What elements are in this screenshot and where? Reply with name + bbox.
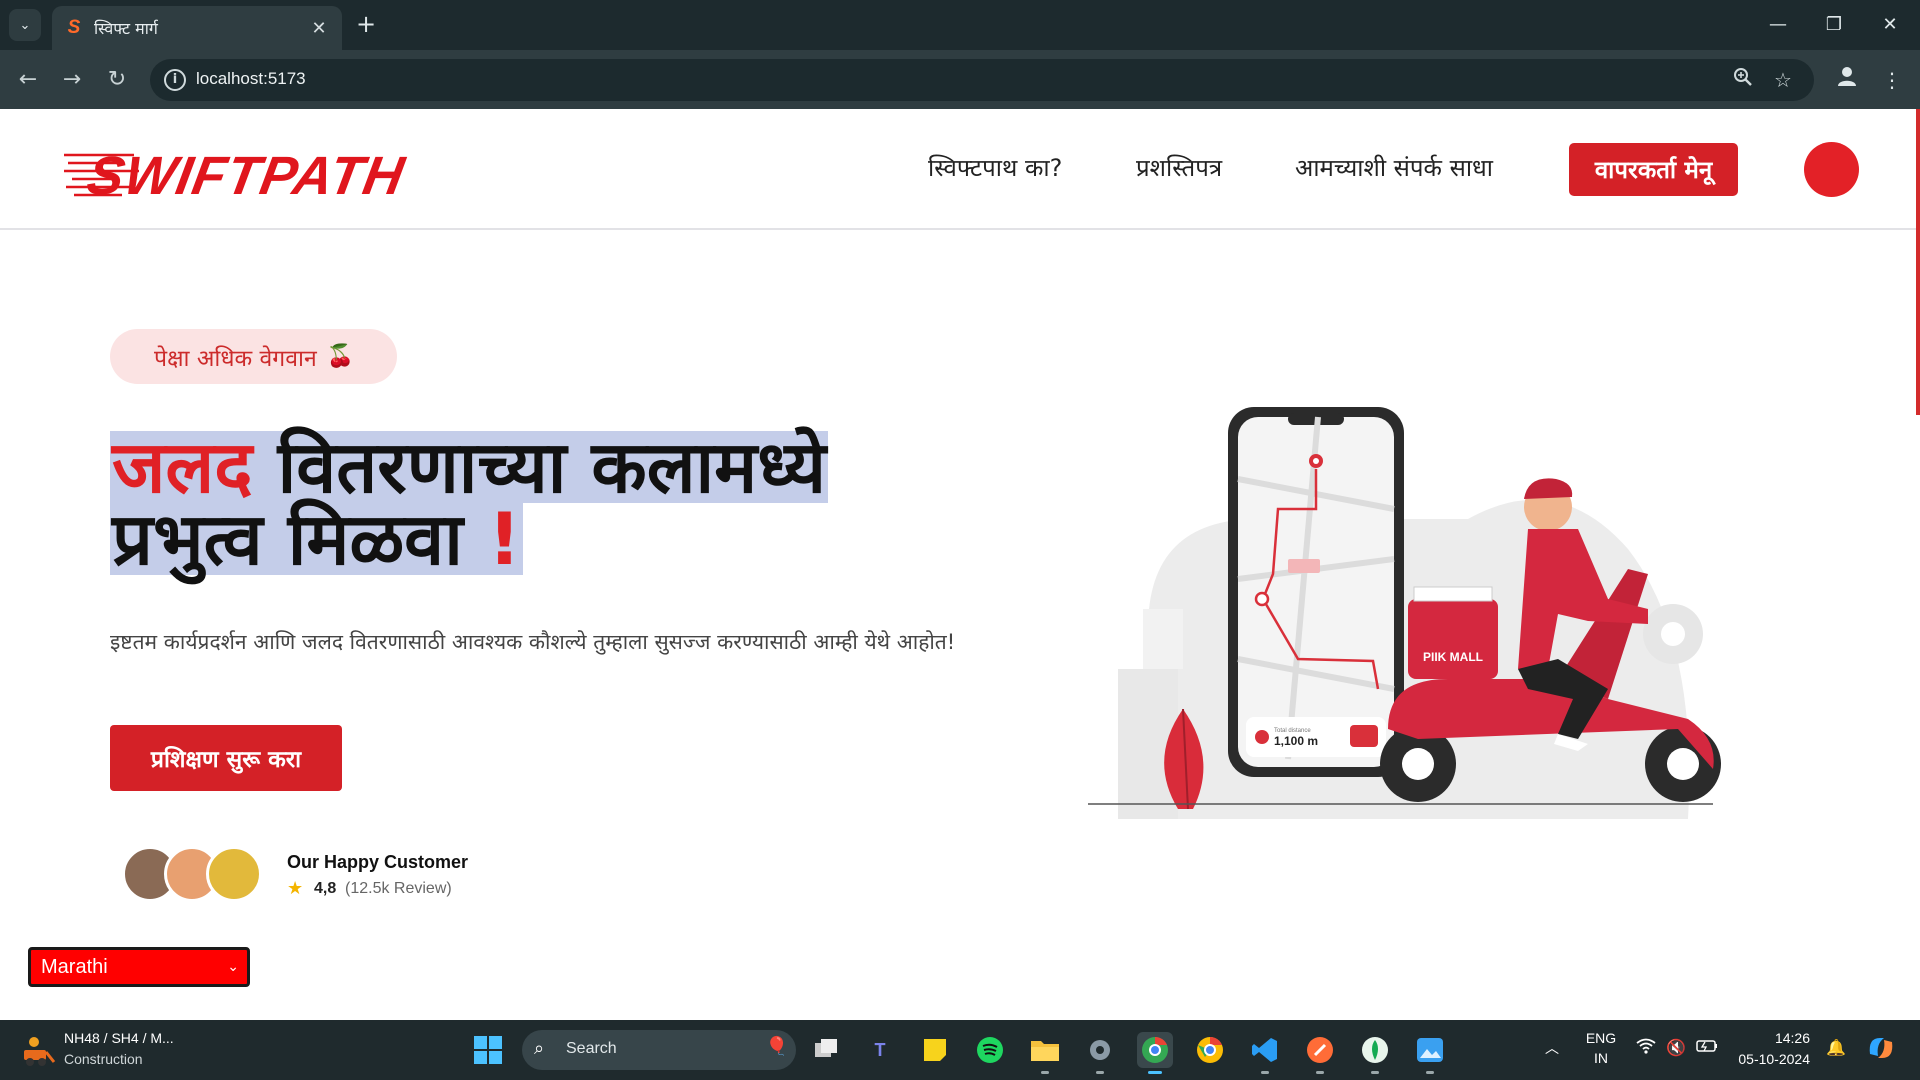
language-select[interactable]: Marathi ⌄	[28, 947, 250, 987]
tab-title: स्विफ्ट मार्ग	[94, 19, 158, 38]
chevron-down-icon: ⌄	[227, 958, 239, 974]
restore-icon[interactable]: ❐	[1814, 10, 1854, 40]
customers-label: Our Happy Customer	[287, 852, 469, 872]
info-icon[interactable]: i	[164, 69, 186, 91]
plus-icon[interactable]: +	[352, 11, 380, 39]
weather-subtitle[interactable]: Construction	[64, 1051, 143, 1067]
notification-bell-icon[interactable]: 🔔	[1826, 1038, 1846, 1057]
nav-link-contact[interactable]: आमच्याशी संपर्क साधा	[1295, 151, 1493, 184]
mongodb-compass-icon[interactable]	[1357, 1032, 1393, 1074]
hero-title-line-2-text: प्रभुत्व मिळवा	[112, 497, 463, 581]
tab-favicon-icon: S	[67, 17, 81, 38]
taskbar-search[interactable]: ⌕ Search 🎈	[522, 1030, 796, 1070]
volume-muted-icon[interactable]: 🔇	[1666, 1038, 1686, 1057]
store-label: PIIK MALL	[1423, 650, 1483, 664]
settings-icon[interactable]	[1082, 1032, 1118, 1074]
search-highlight-icon: 🎈	[765, 1036, 788, 1057]
web-page: SWIFTPATH स्विफ्टपाथ का? प्रशस्तिपत्र आम…	[0, 109, 1920, 1020]
chrome-icon[interactable]	[1192, 1032, 1228, 1068]
nav-link-testimonials[interactable]: प्रशस्तिपत्र	[1136, 151, 1222, 184]
taskbar: NH48 / SH4 / M... Construction ⌕ Search …	[0, 1020, 1920, 1080]
photos-icon[interactable]	[1412, 1032, 1448, 1074]
tab-list-icon[interactable]: ⌄	[9, 9, 41, 41]
wifi-icon[interactable]	[1636, 1038, 1656, 1058]
hero-description: इष्टतम कार्यप्रदर्शन आणि जलद वितरणासाठी …	[110, 630, 956, 654]
copilot-icon[interactable]	[1866, 1034, 1896, 1066]
distance-value: 1,100 m	[1274, 734, 1318, 748]
user-menu-button[interactable]: वापरकर्ता मेनू	[1569, 143, 1738, 196]
user-avatar[interactable]	[1804, 142, 1859, 197]
window-close-icon[interactable]: ✕	[1870, 10, 1910, 40]
hero-title-exclaim: !	[487, 497, 521, 581]
customers-rating: 4,8	[314, 880, 337, 897]
kebab-icon[interactable]: ⋮	[1876, 64, 1908, 96]
site-header: SWIFTPATH स्विफ्टपाथ का? प्रशस्तिपत्र आम…	[0, 109, 1916, 230]
battery-icon[interactable]	[1696, 1038, 1718, 1057]
address-bar[interactable]: i localhost:5173 ☆	[150, 59, 1814, 101]
clock-time[interactable]: 14:26	[1730, 1030, 1810, 1046]
browser-toolbar: ← → ↻ i localhost:5173 ☆ ⋮	[0, 50, 1920, 109]
task-view-icon[interactable]	[808, 1032, 844, 1068]
search-icon: ⌕	[534, 1038, 545, 1059]
page-scrollbar[interactable]	[1916, 109, 1920, 415]
back-icon[interactable]: ←	[12, 64, 44, 96]
forward-icon[interactable]: →	[56, 64, 88, 96]
chevron-up-icon[interactable]: ︿	[1545, 1038, 1559, 1058]
close-icon[interactable]: ✕	[308, 18, 330, 39]
vscode-icon[interactable]	[1247, 1032, 1283, 1074]
chrome-dev-icon[interactable]	[1137, 1032, 1173, 1074]
nav-link-why[interactable]: स्विफ्टपाथ का?	[928, 151, 1062, 184]
hero-title-line-2: प्रभुत्व मिळवा !	[110, 503, 523, 575]
spotify-icon[interactable]	[972, 1032, 1008, 1068]
browser-tab[interactable]: S स्विफ्ट मार्ग ✕	[52, 6, 342, 50]
language-select-value: Marathi	[41, 955, 108, 978]
file-explorer-icon[interactable]	[1027, 1032, 1063, 1074]
clock-date[interactable]: 05-10-2024	[1730, 1051, 1810, 1067]
star-icon: ★	[287, 878, 304, 899]
start-training-button[interactable]: प्रशिक्षण सुरू करा	[110, 725, 342, 791]
happy-customers: Our Happy Customer ★ 4,8 (12.5k Review)	[122, 836, 582, 904]
zoom-icon[interactable]	[1730, 67, 1756, 93]
construction-icon[interactable]	[20, 1032, 56, 1068]
phone: Total distance 1,100 m	[1228, 407, 1404, 777]
site-logo[interactable]: SWIFTPATH	[64, 145, 494, 206]
browser-tabstrip: ⌄ S स्विफ्ट मार्ग ✕ + — ❐ ✕	[0, 0, 1920, 50]
star-icon[interactable]: ☆	[1770, 67, 1796, 93]
hero-title: जलद वितरणाच्या कलामध्ये प्रभुत्व मिळवा !	[110, 431, 829, 575]
delivery-illustration: Total distance 1,100 m PIIK MALL	[1088, 407, 1721, 819]
sticky-notes-icon[interactable]	[917, 1032, 953, 1068]
teams-icon[interactable]: T	[862, 1032, 898, 1068]
speed-badge: पेक्षा अधिक वेगवान 🍒	[110, 329, 397, 384]
badge-text: पेक्षा अधिक वेगवान	[154, 345, 317, 372]
logo-text: SWIFTPATH	[82, 146, 410, 206]
minimize-icon[interactable]: —	[1758, 10, 1798, 40]
search-label: Search	[566, 1040, 617, 1057]
reload-icon[interactable]: ↻	[101, 64, 133, 96]
windows-start-icon[interactable]	[473, 1035, 503, 1065]
lang-indicator-bottom[interactable]: IN	[1584, 1050, 1618, 1066]
lang-indicator-top[interactable]: ENG	[1584, 1030, 1618, 1046]
weather-title[interactable]: NH48 / SH4 / M...	[64, 1030, 174, 1046]
url-text[interactable]: localhost:5173	[196, 69, 306, 89]
hero-title-line-1: जलद वितरणाच्या कलामध्ये	[110, 431, 829, 503]
profile-icon[interactable]	[1831, 64, 1863, 96]
cherry-icon: 🍒	[326, 344, 355, 369]
customer-avatar-3	[206, 846, 262, 902]
postman-icon[interactable]	[1302, 1032, 1338, 1074]
customers-reviews: (12.5k Review)	[345, 880, 452, 897]
